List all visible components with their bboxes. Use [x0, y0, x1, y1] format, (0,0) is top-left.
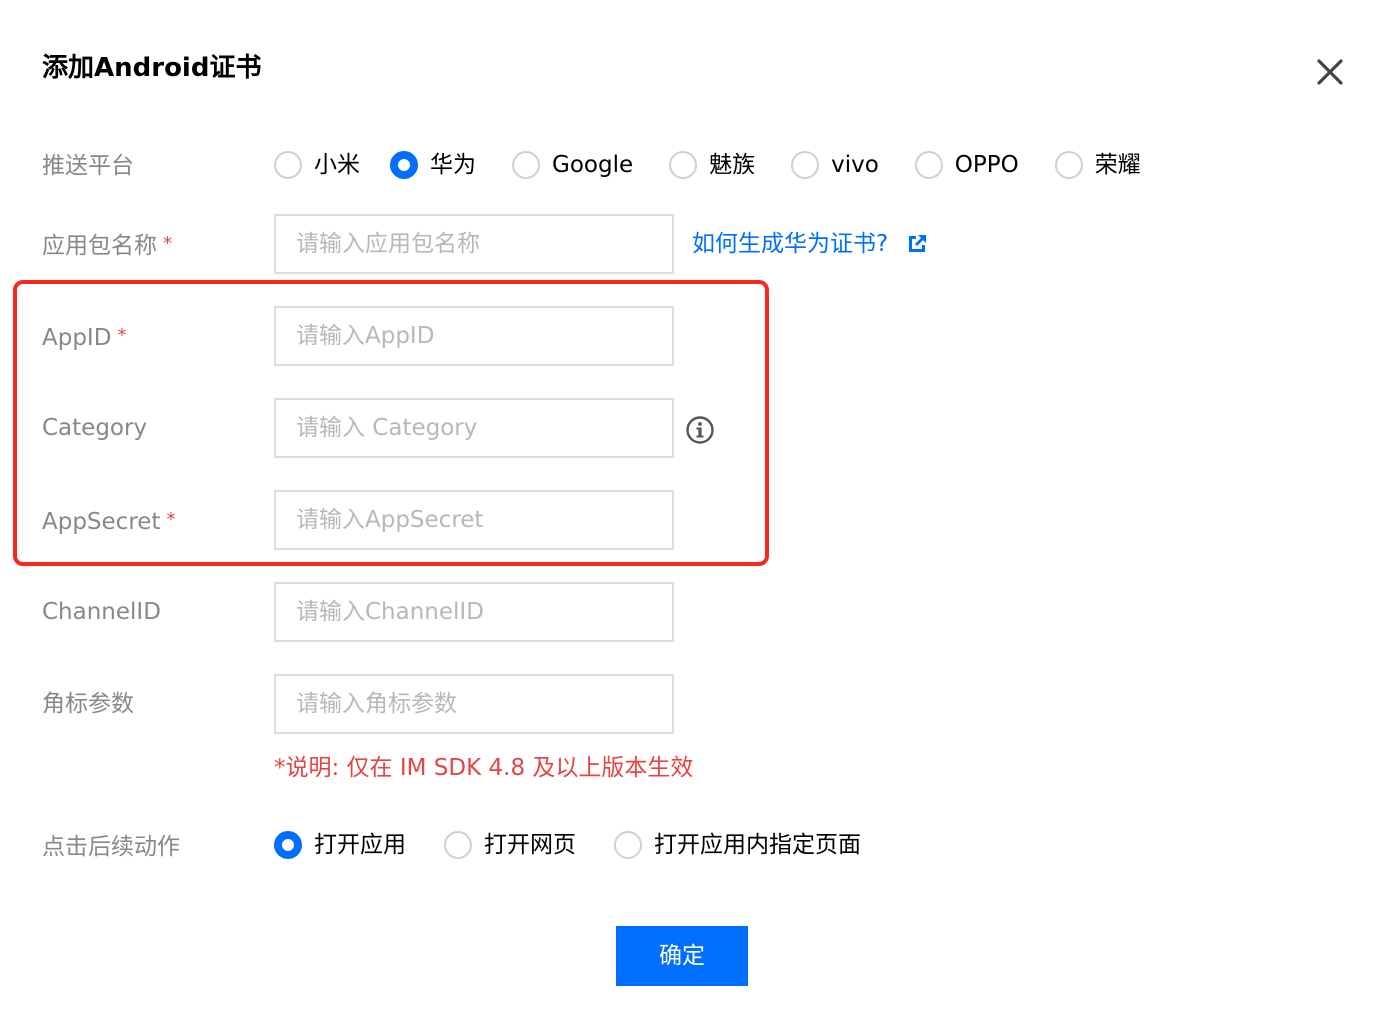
required-mark: * — [166, 509, 176, 530]
badge-param-input[interactable] — [274, 674, 674, 734]
radio-button-checked[interactable] — [274, 831, 302, 859]
dialog-title: 添加Android证书 — [42, 53, 262, 83]
close-icon — [1317, 59, 1343, 85]
channel-id-input[interactable] — [274, 582, 674, 642]
app-secret-label: AppSecret * — [42, 504, 175, 538]
radio-button[interactable] — [444, 831, 472, 859]
platform-radio-group: 小米 华为 Google 魅族 vivo OPPO 荣耀 — [274, 148, 1141, 182]
package-name-input[interactable] — [274, 214, 674, 274]
radio-label: 华为 — [430, 152, 476, 178]
click-action-radio-group: 打开应用 打开网页 打开应用内指定页面 — [274, 828, 861, 862]
confirm-button[interactable]: 确定 — [616, 926, 748, 986]
platform-option-oppo[interactable]: OPPO — [914, 149, 1019, 181]
external-link-icon — [909, 235, 927, 252]
huawei-cert-help-link[interactable]: 如何生成华为证书? — [692, 228, 928, 260]
platform-label: 推送平台 — [42, 153, 134, 179]
category-label: Category — [42, 415, 148, 441]
app-secret-input[interactable] — [274, 490, 674, 550]
radio-button[interactable] — [669, 151, 698, 179]
required-mark: * — [163, 233, 172, 254]
platform-option-meizu[interactable]: 魅族 — [669, 149, 755, 181]
radio-label: 小米 — [314, 152, 360, 178]
platform-option-honor[interactable]: 荣耀 — [1054, 149, 1141, 181]
app-secret-label-text: AppSecret — [42, 509, 161, 535]
required-mark: * — [117, 325, 127, 346]
badge-version-note: *说明: 仅在 IM SDK 4.8 及以上版本生效 — [274, 755, 694, 781]
channel-id-label: ChannelID — [42, 599, 161, 625]
package-name-label-text: 应用包名称 — [42, 233, 157, 259]
info-icon[interactable] — [685, 415, 715, 445]
close-button[interactable] — [1312, 54, 1348, 90]
badge-param-label: 角标参数 — [42, 691, 134, 717]
click-action-open-webpage[interactable]: 打开网页 — [444, 829, 576, 861]
app-id-label: AppID * — [42, 320, 126, 354]
help-link-text: 如何生成华为证书? — [692, 231, 889, 257]
radio-button[interactable] — [914, 151, 943, 179]
radio-label: 荣耀 — [1094, 152, 1141, 178]
platform-option-huawei[interactable]: 华为 — [390, 149, 476, 181]
platform-option-xiaomi[interactable]: 小米 — [274, 149, 360, 181]
radio-button[interactable] — [1054, 151, 1083, 179]
radio-label: OPPO — [954, 152, 1019, 178]
radio-label: 打开应用 — [314, 832, 406, 858]
category-input[interactable] — [274, 398, 674, 458]
radio-button-checked[interactable] — [390, 151, 418, 179]
add-android-cert-dialog: 添加Android证书 推送平台 小米 华为 Google 魅族 vivo OP… — [0, 0, 1388, 1020]
radio-label: Google — [552, 152, 634, 178]
package-name-label: 应用包名称 * — [42, 228, 172, 262]
radio-label: 魅族 — [709, 152, 756, 178]
platform-option-vivo[interactable]: vivo — [791, 149, 879, 181]
radio-label: 打开网页 — [484, 832, 576, 858]
radio-button[interactable] — [614, 831, 642, 859]
platform-option-google[interactable]: Google — [512, 149, 633, 181]
app-id-input[interactable] — [274, 306, 674, 366]
radio-label: vivo — [831, 152, 879, 178]
click-action-open-app[interactable]: 打开应用 — [274, 829, 406, 861]
radio-button[interactable] — [791, 151, 820, 179]
radio-label: 打开应用内指定页面 — [654, 832, 861, 858]
radio-button[interactable] — [512, 151, 540, 179]
app-id-label-text: AppID — [42, 325, 112, 351]
click-action-label: 点击后续动作 — [42, 834, 180, 860]
radio-button[interactable] — [274, 151, 302, 179]
click-action-open-app-page[interactable]: 打开应用内指定页面 — [614, 829, 861, 861]
